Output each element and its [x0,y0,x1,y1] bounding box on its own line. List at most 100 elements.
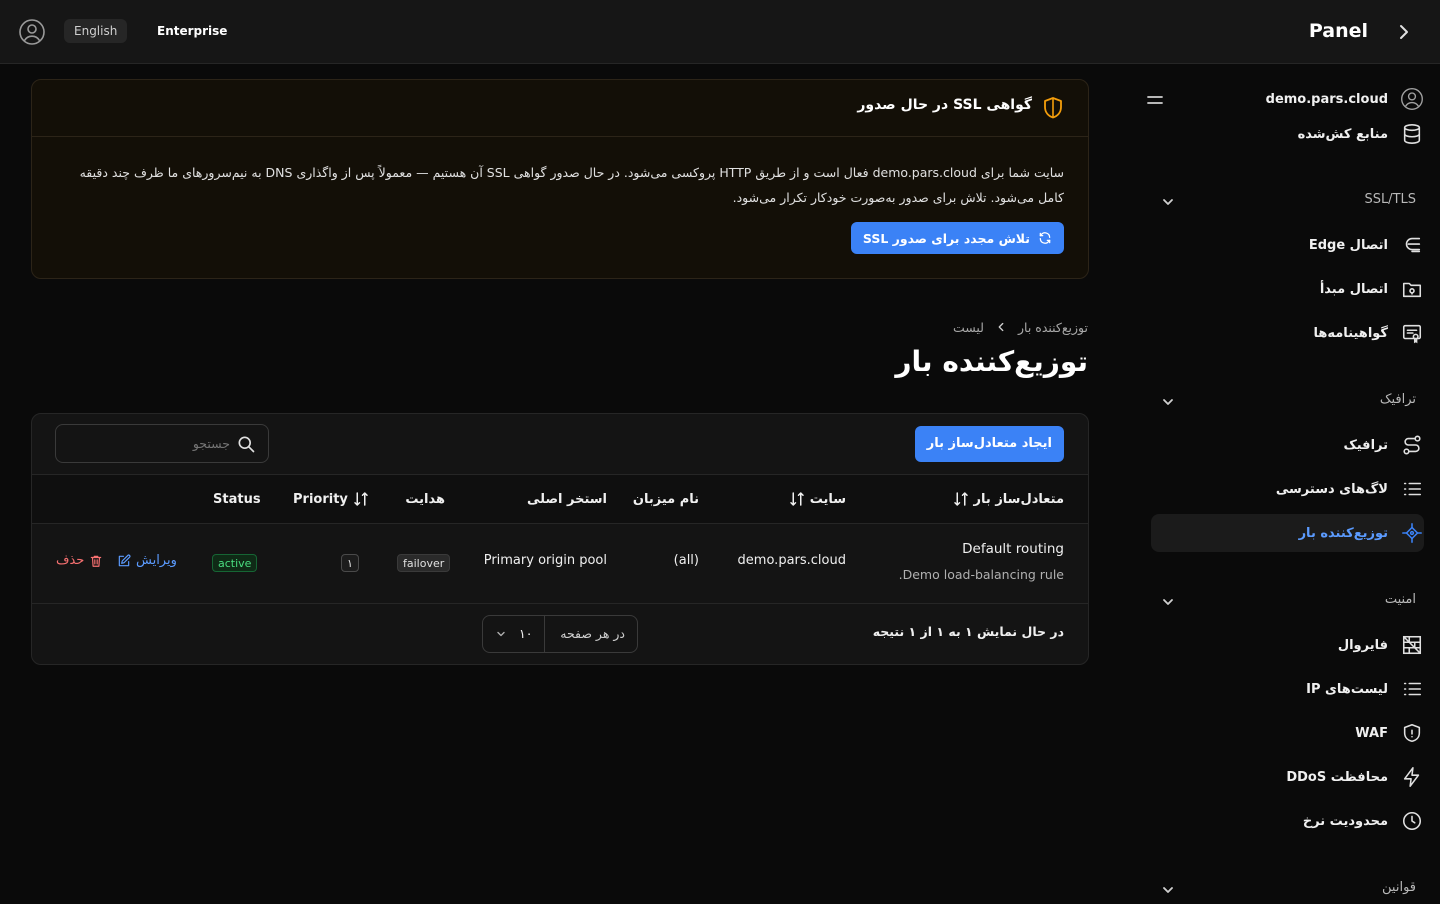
per-page-dropdown[interactable]: ۱۰ [483,616,545,652]
retry-ssl-button[interactable]: تلاش مجدد برای صدور SSL [850,222,1064,254]
hostname-cell: (all) [673,553,699,568]
edit-label: ویرایش [136,553,177,568]
lightning-icon [1400,765,1424,789]
chevron-down-icon [497,631,505,637]
per-page-value: ۱۰ [519,626,533,641]
search-input[interactable] [64,425,232,462]
route-icon [1400,433,1424,457]
table-header: متعادل‌ساز بار سایت نام میزبان استخر اصل… [32,474,1088,524]
ssl-notice-line: سایت شما برای demo.pars.cloud فعال است و… [79,165,1064,180]
delete-label: حذف [56,553,85,568]
sidebar-item-ip-lists[interactable]: لیست‌های IP [1306,671,1424,707]
certificate-icon [1400,321,1424,345]
sidebar-item-label: توزیع‌کننده بار [1298,525,1388,541]
ssl-notice-line: کامل می‌شود. تلاش برای صدور به‌صورت خودک… [732,190,1064,205]
ssl-notice-card: گواهی SSL در حال صدور سایت شما برای demo… [31,79,1089,279]
load-balancer-description: Demo load-balancing rule. [898,567,1064,582]
column-header-priority[interactable]: Priority [293,475,370,523]
sidebar-section-rules[interactable]: قوانین [1382,880,1416,904]
database-icon [1400,122,1424,146]
pagination-summary: در حال نمایش ۱ به ۱ از ۱ نتیجه [872,624,1064,639]
load-balancer-icon [1400,521,1424,545]
sidebar-item-edge[interactable]: اتصال Edge [1309,227,1424,263]
column-header-site[interactable]: سایت [788,475,846,523]
sidebar-item-label: WAF [1355,725,1388,741]
ssl-notice-text: سایت شما برای demo.pars.cloud فعال است و… [52,160,1064,210]
sidebar-section-security[interactable]: امنیت [1385,592,1416,616]
sidebar-item-certificates[interactable]: گواهینامه‌ها [1313,315,1424,351]
column-header-hostname: نام میزبان [632,491,699,507]
per-page-select[interactable]: در هر صفحه ۱۰ [482,615,638,653]
list-icon [1400,477,1424,501]
column-header-origin-pool: استخر اصلی [526,491,607,507]
chevron-right-icon[interactable] [1392,20,1416,44]
breadcrumb-item: لیست [952,319,984,335]
chevron-left-icon [998,322,1004,332]
ssl-notice-title: گواهی SSL در حال صدور [857,97,1032,113]
sidebar-item-label: محافظت DDoS [1286,769,1388,785]
sidebar-item-label: فایروال [1337,637,1388,653]
ssl-notice-header: گواهی SSL در حال صدور [32,80,1088,137]
sidebar-item-label: لیست‌های IP [1306,681,1388,697]
sort-icon [953,492,968,506]
sidebar-item-label: گواهینامه‌ها [1313,325,1388,341]
chevron-down-icon[interactable] [1160,594,1176,610]
steering-badge: failover [397,554,451,572]
sidebar-item-label: اتصال مبدأ [1319,281,1388,297]
origin-pool-cell: Primary origin pool [483,553,607,568]
delete-button[interactable]: حذف [56,553,103,568]
sidebar-item-label: محدودیت نرخ [1302,813,1388,829]
menu-icon[interactable] [1146,92,1164,108]
app-title: Panel [1308,20,1368,42]
sidebar-item-label: منابع کش‌شده [1297,126,1388,142]
breadcrumb: توزیع‌کننده بار لیست [953,316,1088,338]
sidebar-domain[interactable]: demo.pars.cloud [1266,81,1424,117]
firewall-icon [1400,633,1424,657]
shield-icon [1044,97,1062,119]
refresh-icon [1039,232,1051,244]
sidebar-section-ssl[interactable]: SSL/TLS [1364,192,1416,216]
sort-icon [789,492,804,506]
status-badge: active [212,554,258,572]
load-balancer-table-card: ایجاد متعادل‌ساز بار متعادل‌ساز بار سایت… [31,413,1089,665]
sidebar-item-ddos[interactable]: محافظت DDoS [1286,759,1424,795]
column-header-steering: هدایت [405,491,445,507]
search-icon [238,436,255,453]
load-balancer-name: Default routing [962,541,1064,557]
sidebar-item-access-logs[interactable]: لاگ‌های دسترسی [1276,471,1424,507]
plan-label: Enterprise [157,24,228,38]
per-page-label: در هر صفحه [560,626,625,641]
sidebar-section-traffic[interactable]: ترافیک [1380,392,1416,416]
clock-icon [1400,809,1424,833]
chevron-down-icon[interactable] [1160,394,1176,410]
sidebar-item-resources[interactable]: منابع کش‌شده [1298,116,1424,152]
sidebar-item-load-balancer[interactable]: توزیع‌کننده بار [1299,515,1424,551]
user-circle-icon [1400,87,1424,111]
create-load-balancer-button[interactable]: ایجاد متعادل‌ساز بار [914,426,1064,462]
sidebar-item-waf[interactable]: WAF [1355,715,1424,751]
sidebar-domain-label: demo.pars.cloud [1265,91,1388,107]
priority-badge: ۱ [341,554,359,572]
list-icon [1400,677,1424,701]
language-button[interactable]: English [64,19,128,43]
sidebar-item-traffic[interactable]: ترافیک [1343,427,1424,463]
sidebar-item-label: ترافیک [1343,437,1388,453]
chevron-down-icon[interactable] [1160,194,1176,210]
sidebar: demo.pars.cloud منابع کش‌شده SSL/TLS اتص… [1136,65,1440,900]
edge-connection-icon [1400,233,1424,257]
sidebar-item-rate-limit[interactable]: محدودیت نرخ [1303,803,1424,839]
table-row[interactable]: Default routing Demo load-balancing rule… [32,524,1088,604]
edit-button[interactable]: ویرایش [117,553,177,568]
sidebar-item-firewall[interactable]: فایروال [1338,627,1424,663]
sort-icon [354,492,368,506]
column-header-load-balancer[interactable]: متعادل‌ساز بار [952,475,1064,523]
trash-icon [91,555,102,567]
sidebar-item-origin[interactable]: اتصال مبدأ [1320,271,1424,307]
breadcrumb-item[interactable]: توزیع‌کننده بار [1018,320,1088,335]
sidebar-item-label: لاگ‌های دسترسی [1275,481,1388,497]
folder-lock-icon [1400,277,1424,301]
chevron-down-icon[interactable] [1160,882,1176,898]
retry-ssl-label: تلاش مجدد برای صدور SSL [862,230,1030,246]
edit-icon [118,554,131,566]
user-circle-icon[interactable] [18,18,46,46]
